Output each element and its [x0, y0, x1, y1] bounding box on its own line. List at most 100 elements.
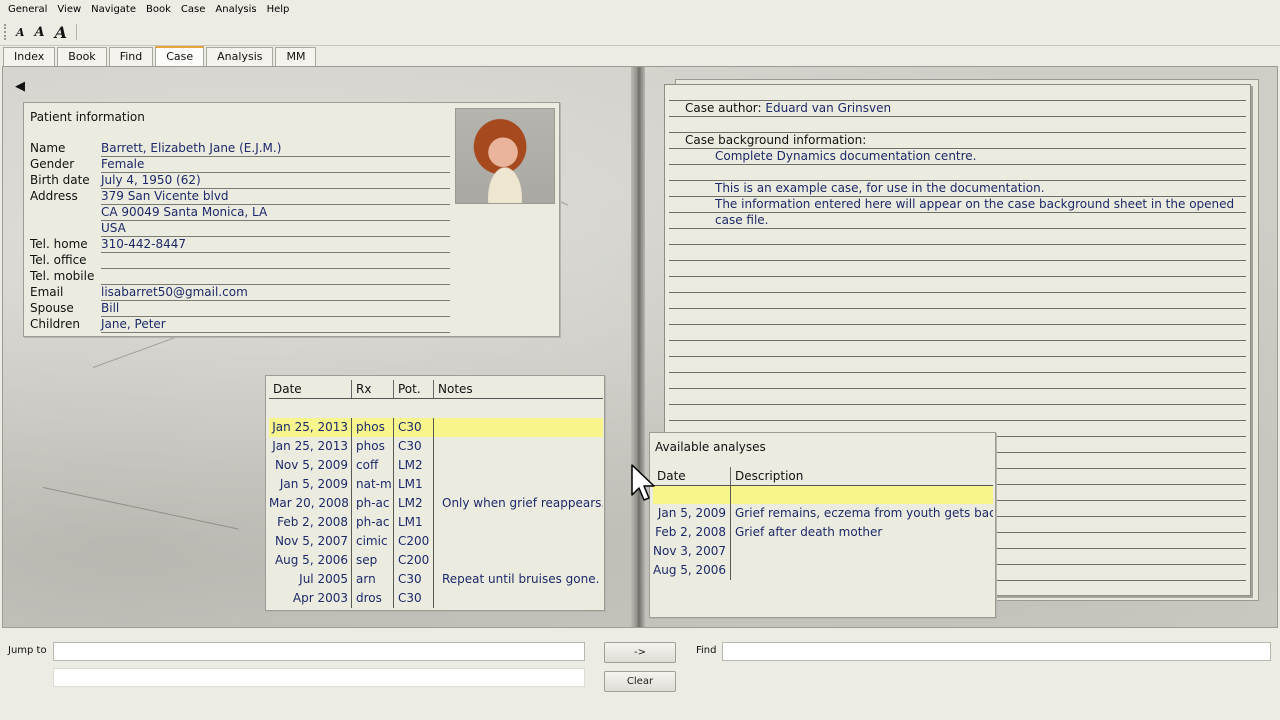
cell-date: Feb 2, 2008	[653, 523, 731, 542]
menu-view[interactable]: View	[53, 4, 87, 15]
tab-index[interactable]: Index	[3, 47, 56, 66]
menu-help[interactable]: Help	[263, 4, 296, 15]
column-header-rx[interactable]: Rx	[352, 380, 394, 398]
field-value[interactable]: Jane, Peter	[101, 317, 450, 333]
menu-navigate[interactable]: Navigate	[87, 4, 142, 15]
cell-notes	[434, 418, 603, 437]
menu-book[interactable]: Book	[142, 4, 177, 15]
field-value[interactable]	[101, 269, 450, 285]
table-row[interactable]: Jan 25, 2013 phos C30	[269, 437, 603, 456]
go-button[interactable]: ->	[604, 642, 676, 663]
menu-general[interactable]: General	[4, 4, 53, 15]
field-name: Name Barrett, Elizabeth Jane (E.J.M.)	[30, 141, 450, 157]
background-text-line[interactable]: Complete Dynamics documentation centre.	[715, 149, 1234, 165]
column-header-date[interactable]: Date	[653, 467, 731, 485]
patient-panel-title: Patient information	[30, 110, 145, 124]
field-value[interactable]	[101, 253, 450, 269]
field-value[interactable]: July 4, 1950 (62)	[101, 173, 450, 189]
table-row[interactable]: Mar 20, 2008 ph-ac LM2 Only when grief r…	[269, 494, 603, 513]
table-row[interactable]: Nov 5, 2007 cimic C200	[269, 532, 603, 551]
column-header-potency[interactable]: Pot.	[394, 380, 434, 398]
column-header-notes[interactable]: Notes	[434, 380, 603, 398]
column-header-date[interactable]: Date	[269, 380, 352, 398]
field-value[interactable]: Barrett, Elizabeth Jane (E.J.M.)	[101, 141, 450, 157]
cell-notes	[434, 437, 603, 456]
font-toolbar: A A A	[0, 19, 1280, 46]
table-row[interactable]: Nov 5, 2009 coff LM2	[269, 456, 603, 475]
background-text-line[interactable]: case file.	[715, 213, 1234, 229]
find-input[interactable]	[722, 642, 1271, 661]
cell-description: Grief after death mother	[735, 525, 883, 539]
cell-description	[731, 486, 993, 505]
mouse-cursor-icon	[631, 464, 655, 501]
cell-remedy: phos	[352, 437, 394, 456]
field-value[interactable]: 310-442-8447	[101, 237, 450, 253]
field-label: Children	[30, 317, 80, 331]
toolbar-separator	[76, 24, 78, 40]
field-value[interactable]: lisabarret50@gmail.com	[101, 285, 450, 301]
background-text-line[interactable]	[715, 165, 1234, 181]
toolbar-grip[interactable]	[4, 24, 8, 40]
field-address-1: Address 379 San Vicente blvd	[30, 189, 450, 205]
cell-potency: C30	[394, 437, 434, 456]
cell-remedy: sep	[352, 551, 394, 570]
patient-info-panel: Patient information Name Barrett, Elizab…	[23, 102, 560, 337]
jump-to-secondary-input[interactable]	[53, 668, 585, 687]
font-medium-button[interactable]: A	[35, 25, 45, 40]
table-row[interactable]: Feb 2, 2008 ph-ac LM1	[269, 513, 603, 532]
field-value[interactable]: USA	[101, 221, 450, 237]
cell-potency: LM2	[394, 494, 434, 513]
cell-remedy: nat-m	[352, 475, 394, 494]
cell-date: Nov 5, 2007	[269, 532, 352, 551]
jump-to-input[interactable]	[53, 642, 585, 661]
cell-potency: C200	[394, 532, 434, 551]
background-text-line[interactable]: The information entered here will appear…	[715, 197, 1234, 213]
cell-notes	[434, 589, 603, 608]
table-row[interactable]: Aug 5, 2006 sep C200	[269, 551, 603, 570]
cell-date: Aug 5, 2006	[269, 551, 352, 570]
table-row[interactable]: Feb 2, 2008 Grief after death mother	[653, 523, 993, 542]
field-value[interactable]: CA 90049 Santa Monica, LA	[101, 205, 450, 221]
column-header-description[interactable]: Description	[731, 467, 993, 485]
menu-bar: General View Navigate Book Case Analysis…	[0, 0, 1280, 19]
table-row[interactable]: Jul 2005 arn C30 Repeat until bruises go…	[269, 570, 603, 589]
cell-date: Jan 5, 2009	[269, 475, 352, 494]
tab-bar: Index Book Find Case Analysis MM	[0, 46, 1280, 66]
table-row[interactable]: Jan 5, 2009 nat-m LM1	[269, 475, 603, 494]
cell-date: Feb 2, 2008	[269, 513, 352, 532]
font-small-button[interactable]: A	[16, 26, 25, 39]
cell-date: Jul 2005	[269, 570, 352, 589]
cell-remedy: arn	[352, 570, 394, 589]
field-tel-home: Tel. home 310-442-8447	[30, 237, 450, 253]
cell-potency: C30	[394, 570, 434, 589]
field-value[interactable]: Female	[101, 157, 450, 173]
field-label: Address	[30, 189, 78, 203]
tab-book[interactable]: Book	[57, 47, 107, 66]
tab-mm[interactable]: MM	[275, 47, 317, 66]
table-empty-row[interactable]	[269, 398, 603, 415]
table-row[interactable]: Apr 2003 dros C30	[269, 589, 603, 608]
background-text-line[interactable]: This is an example case, for use in the …	[715, 181, 1234, 197]
clear-button[interactable]: Clear	[604, 671, 676, 692]
table-row[interactable]: Aug 5, 2006	[653, 561, 993, 580]
patient-photo[interactable]	[455, 108, 555, 204]
table-row[interactable]: Jan 25, 2013 phos C30	[269, 418, 603, 437]
field-value[interactable]: Bill	[101, 301, 450, 317]
back-arrow-icon[interactable]: ◀	[15, 79, 25, 94]
cell-remedy: dros	[352, 589, 394, 608]
field-label: Tel. mobile	[30, 269, 95, 283]
field-value[interactable]: 379 San Vicente blvd	[101, 189, 450, 205]
tab-find[interactable]: Find	[108, 47, 154, 66]
analyses-title: Available analyses	[655, 440, 766, 454]
font-large-button[interactable]: A	[55, 23, 67, 42]
menu-case[interactable]: Case	[177, 4, 211, 15]
cell-notes	[434, 513, 603, 532]
menu-analysis[interactable]: Analysis	[211, 4, 262, 15]
case-background-label: Case background information:	[685, 133, 1234, 149]
case-author-value[interactable]: Eduard van Grinsven	[765, 101, 891, 115]
tab-analysis[interactable]: Analysis	[206, 47, 274, 66]
table-row[interactable]: Nov 3, 2007	[653, 542, 993, 561]
table-row[interactable]: Jan 5, 2009 Grief remains, eczema from y…	[653, 504, 993, 523]
table-row[interactable]	[653, 485, 993, 505]
tab-case[interactable]: Case	[155, 46, 205, 66]
